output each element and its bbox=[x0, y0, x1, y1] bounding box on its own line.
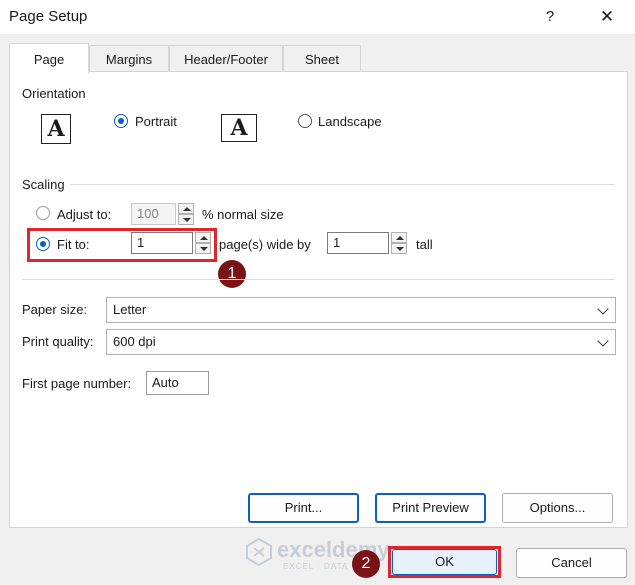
fit-tall-suffix: tall bbox=[416, 237, 433, 252]
help-button[interactable]: ? bbox=[535, 4, 565, 30]
paper-size-value: Letter bbox=[113, 302, 147, 317]
portrait-radio[interactable] bbox=[114, 114, 128, 128]
first-page-number-label: First page number: bbox=[22, 376, 132, 391]
portrait-page-icon: A bbox=[41, 114, 74, 147]
cancel-button[interactable]: Cancel bbox=[516, 548, 627, 578]
spin-down-icon[interactable] bbox=[391, 243, 407, 254]
step-badge-1: 1 bbox=[218, 260, 246, 288]
spin-up-icon[interactable] bbox=[391, 232, 407, 243]
scaling-divider bbox=[70, 184, 615, 185]
chevron-down-icon bbox=[597, 303, 609, 315]
adjust-to-radio[interactable] bbox=[36, 206, 50, 220]
landscape-label[interactable]: Landscape bbox=[318, 114, 382, 129]
fit-wide-suffix: page(s) wide by bbox=[219, 237, 311, 252]
landscape-page-icon: A bbox=[221, 114, 260, 145]
tab-header-footer[interactable]: Header/Footer bbox=[169, 45, 283, 72]
print-preview-button[interactable]: Print Preview bbox=[375, 493, 486, 523]
tab-sheet[interactable]: Sheet bbox=[283, 45, 361, 72]
adjust-to-suffix: % normal size bbox=[202, 207, 284, 222]
print-quality-select[interactable]: 600 dpi bbox=[106, 329, 616, 355]
orientation-label: Orientation bbox=[22, 86, 86, 101]
spin-up-icon[interactable] bbox=[178, 203, 194, 214]
paper-divider bbox=[22, 279, 615, 280]
tab-page[interactable]: Page bbox=[9, 43, 89, 73]
step-badge-2: 2 bbox=[352, 550, 380, 578]
landscape-radio[interactable] bbox=[298, 114, 312, 128]
adjust-to-input[interactable]: 100 bbox=[131, 203, 176, 225]
fit-tall-input[interactable]: 1 bbox=[327, 232, 389, 254]
fit-tall-spinner[interactable] bbox=[391, 232, 407, 254]
ok-button[interactable]: OK bbox=[392, 549, 497, 575]
adjust-to-spinner[interactable] bbox=[178, 203, 194, 225]
fit-to-highlight bbox=[27, 228, 217, 262]
paper-size-select[interactable]: Letter bbox=[106, 297, 616, 323]
chevron-down-icon bbox=[597, 335, 609, 347]
tab-margins[interactable]: Margins bbox=[89, 45, 169, 72]
close-button[interactable]: ✕ bbox=[590, 4, 624, 30]
print-button[interactable]: Print... bbox=[248, 493, 359, 523]
paper-size-label: Paper size: bbox=[22, 302, 88, 317]
options-button[interactable]: Options... bbox=[502, 493, 613, 523]
portrait-label[interactable]: Portrait bbox=[135, 114, 177, 129]
exceldemy-logo-icon bbox=[246, 538, 272, 566]
print-quality-value: 600 dpi bbox=[113, 334, 156, 349]
scaling-label: Scaling bbox=[22, 177, 65, 192]
spin-down-icon[interactable] bbox=[178, 214, 194, 225]
first-page-number-input[interactable]: Auto bbox=[146, 371, 209, 395]
print-quality-label: Print quality: bbox=[22, 334, 94, 349]
dialog-title: Page Setup bbox=[9, 8, 88, 25]
adjust-to-label[interactable]: Adjust to: bbox=[57, 207, 111, 222]
